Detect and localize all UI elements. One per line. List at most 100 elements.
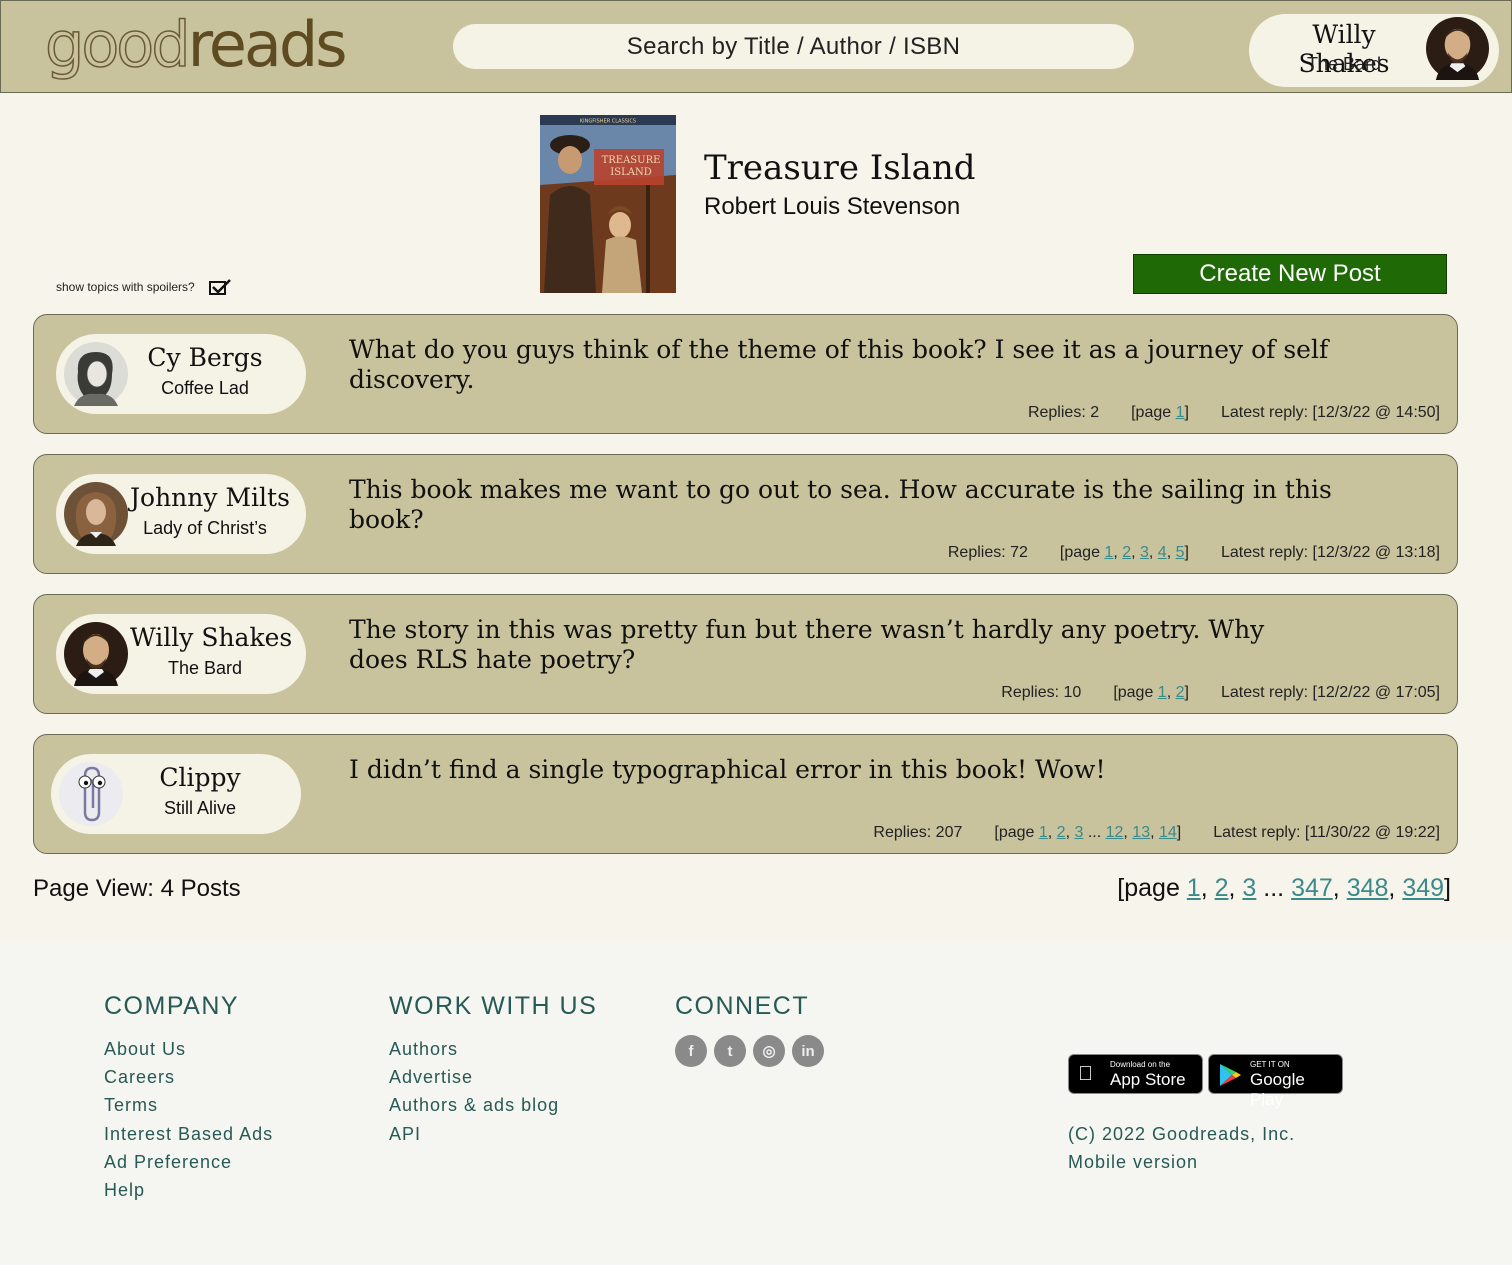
page-link[interactable]: 3: [1140, 544, 1149, 561]
header: goodreads Search by Title / Author / ISB…: [0, 0, 1512, 93]
page-ellipsis: ...: [1087, 824, 1102, 841]
page-link[interactable]: 3: [1074, 824, 1083, 841]
pager-link[interactable]: 2: [1215, 874, 1229, 902]
avatar: [64, 622, 128, 686]
latest-reply: Latest reply: [11/30/22 @ 19:22]: [1213, 824, 1440, 841]
create-new-post-button[interactable]: Create New Post: [1133, 254, 1447, 294]
app-store-button[interactable]:  Download on the App Store: [1068, 1054, 1203, 1094]
post-author-pill[interactable]: Cy Bergs Coffee Lad: [56, 334, 306, 414]
footer-link-help[interactable]: Help: [104, 1176, 273, 1204]
footer-link-terms[interactable]: Terms: [104, 1091, 273, 1119]
reply-count: Replies: 72: [947, 544, 1028, 561]
search-input[interactable]: Search by Title / Author / ISBN: [453, 24, 1134, 69]
pagination: [page 1, 2, 3 ... 347, 348, 349]: [1117, 874, 1451, 902]
goodreads-logo[interactable]: goodreads: [44, 7, 347, 83]
footer: COMPANY About Us Careers Terms Interest …: [0, 942, 1512, 1265]
app-store-label: App Store: [1110, 1070, 1186, 1089]
google-play-small-text: GET IT ON: [1250, 1060, 1290, 1069]
page-link[interactable]: 2: [1057, 824, 1066, 841]
user-profile-pill[interactable]: Willy Shakes The Bard: [1249, 14, 1499, 87]
post-text[interactable]: I didn’t find a single typographical err…: [349, 755, 1369, 785]
post-pages: [page 1]: [1131, 404, 1189, 421]
pager-link[interactable]: 348: [1347, 874, 1389, 902]
footer-link-api[interactable]: API: [389, 1120, 597, 1148]
pager-ellipsis: ...: [1263, 874, 1285, 902]
page-link[interactable]: 4: [1158, 544, 1167, 561]
user-avatar: [1426, 17, 1489, 80]
twitter-icon[interactable]: t: [714, 1035, 746, 1067]
footer-heading: WORK WITH US: [389, 992, 598, 1020]
page-link[interactable]: 5: [1176, 544, 1185, 561]
copyright-block: (C) 2022 Goodreads, Inc. Mobile version: [1068, 1120, 1295, 1176]
post-card[interactable]: Willy Shakes The Bard The story in this …: [33, 594, 1458, 714]
post-text[interactable]: This book makes me want to go out to sea…: [349, 475, 1369, 535]
footer-heading: CONNECT: [675, 992, 810, 1020]
cover-series: KINGFISHER CLASSICS: [580, 119, 636, 125]
copyright-text: (C) 2022 Goodreads, Inc.: [1068, 1124, 1296, 1144]
reply-count: Replies: 2: [1027, 404, 1100, 421]
reply-count: Replies: 10: [1001, 684, 1082, 701]
page-link[interactable]: 1: [1104, 544, 1113, 561]
footer-work: WORK WITH US Authors Advertise Authors &…: [389, 992, 597, 1148]
footer-link-about[interactable]: About Us: [104, 1035, 273, 1063]
pager-prefix: [page: [1117, 874, 1180, 902]
search-placeholder: Search by Title / Author / ISBN: [626, 32, 961, 60]
post-meta: Replies: 72 [page 1, 2, 3, 4, 5] Latest …: [948, 544, 1440, 562]
logo-text-good: good: [44, 7, 191, 82]
post-author-title: The Bard: [167, 658, 243, 678]
footer-link-ads-blog[interactable]: Authors & ads blog: [389, 1091, 597, 1119]
page-view-count: Page View: 4 Posts: [33, 875, 241, 902]
book-cover[interactable]: KINGFISHER CLASSICS TREASURE ISLAND: [540, 115, 676, 293]
latest-reply: Latest reply: [12/2/22 @ 17:05]: [1220, 684, 1440, 701]
book-title[interactable]: Treasure Island: [704, 148, 976, 188]
footer-link-interest-ads[interactable]: Interest Based Ads: [104, 1120, 273, 1148]
post-author-pill[interactable]: Johnny Milts Lady of Christ’s: [56, 474, 306, 554]
instagram-icon[interactable]: ◎: [753, 1035, 785, 1067]
page-link[interactable]: 1: [1176, 404, 1185, 421]
avatar: [64, 482, 128, 546]
post-meta: Replies: 207 [page 1, 2, 3 ... 12, 13, 1…: [873, 824, 1440, 842]
apple-icon: : [1078, 1063, 1093, 1086]
pager-link[interactable]: 3: [1242, 874, 1256, 902]
footer-link-careers[interactable]: Careers: [104, 1063, 273, 1091]
post-meta: Replies: 10 [page 1, 2] Latest reply: [1…: [1001, 684, 1440, 702]
post-author-name: Clippy: [159, 763, 241, 792]
svg-text:TREASURE: TREASURE: [602, 155, 661, 166]
footer-link-advertise[interactable]: Advertise: [389, 1063, 597, 1091]
footer-company: COMPANY About Us Careers Terms Interest …: [104, 992, 273, 1204]
footer-link-authors[interactable]: Authors: [389, 1035, 597, 1063]
facebook-icon[interactable]: f: [675, 1035, 707, 1067]
book-author[interactable]: Robert Louis Stevenson: [704, 193, 960, 221]
social-icons: f t ◎ in: [675, 1035, 824, 1067]
page-link[interactable]: 2: [1122, 544, 1131, 561]
pager-link[interactable]: 347: [1291, 874, 1333, 902]
page-link[interactable]: 1: [1158, 684, 1167, 701]
post-card[interactable]: Cy Bergs Coffee Lad What do you guys thi…: [33, 314, 1458, 434]
spoiler-checkbox[interactable]: [209, 278, 231, 296]
page-link[interactable]: 13: [1132, 824, 1150, 841]
post-text[interactable]: The story in this was pretty fun but the…: [349, 615, 1329, 675]
post-card[interactable]: Clippy Still Alive I didn’t find a singl…: [33, 734, 1458, 854]
post-author-name: Johnny Milts: [130, 483, 290, 512]
post-author-pill[interactable]: Willy Shakes The Bard: [56, 614, 306, 694]
post-author-pill[interactable]: Clippy Still Alive: [51, 754, 301, 834]
post-author-title: Coffee Lad: [161, 378, 249, 398]
mobile-version-link[interactable]: Mobile version: [1068, 1148, 1295, 1176]
post-card[interactable]: Johnny Milts Lady of Christ’s This book …: [33, 454, 1458, 574]
page-link[interactable]: 2: [1176, 684, 1185, 701]
page-link[interactable]: 14: [1159, 824, 1177, 841]
page-link[interactable]: 1: [1039, 824, 1048, 841]
pager-link[interactable]: 1: [1187, 874, 1201, 902]
footer-link-ad-preference[interactable]: Ad Preference: [104, 1148, 273, 1176]
footer-connect: CONNECT f t ◎ in: [675, 992, 824, 1067]
linkedin-icon[interactable]: in: [792, 1035, 824, 1067]
pager-suffix: ]: [1444, 874, 1451, 902]
page-link[interactable]: 12: [1106, 824, 1124, 841]
user-title: The Bard: [1306, 54, 1382, 74]
google-play-button[interactable]: GET IT ON Google Play: [1208, 1054, 1343, 1109]
google-play-label: Google Play: [1250, 1070, 1305, 1109]
post-text[interactable]: What do you guys think of the theme of t…: [349, 335, 1369, 395]
latest-reply: Latest reply: [12/3/22 @ 14:50]: [1220, 404, 1440, 421]
pager-link[interactable]: 349: [1402, 874, 1444, 902]
app-store-small-text: Download on the: [1110, 1060, 1171, 1069]
